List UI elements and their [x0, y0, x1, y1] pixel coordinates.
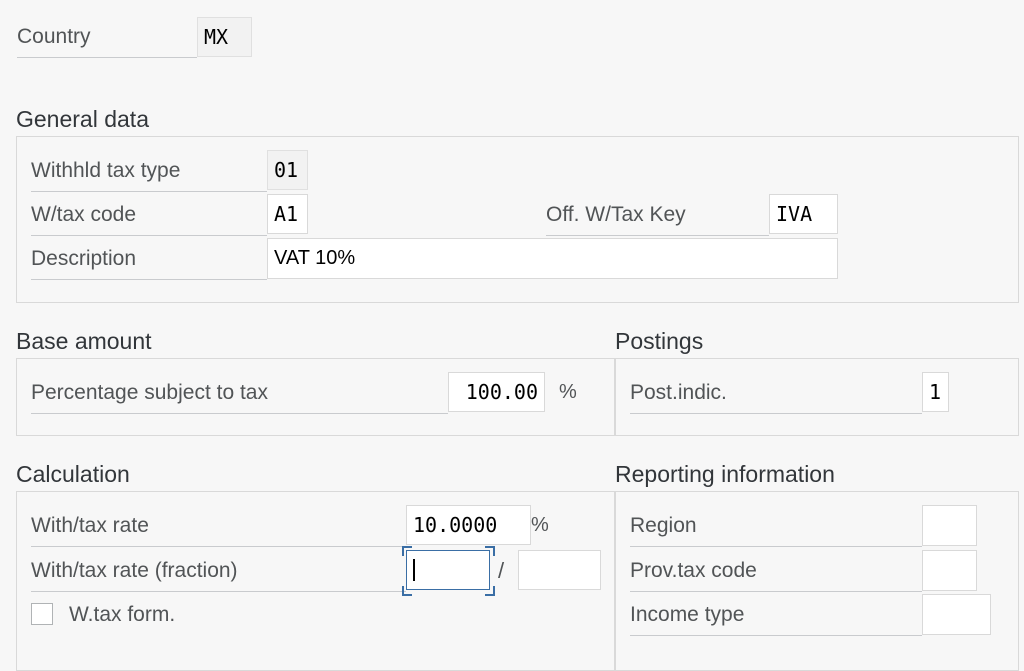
text-cursor — [413, 559, 415, 581]
focus-corner-bl — [402, 586, 412, 596]
pct-subject-field[interactable]: 100.00 — [448, 372, 545, 412]
description-field[interactable]: VAT 10% — [267, 238, 838, 279]
focus-corner-tl — [402, 546, 412, 556]
post-indic-label: Post.indic. — [630, 373, 922, 414]
wtax-rate-field[interactable]: 10.0000 — [406, 505, 531, 545]
wtax-form-checkbox[interactable] — [31, 603, 53, 625]
off-wtax-key-label: Off. W/Tax Key — [546, 195, 769, 236]
wtax-code-field[interactable]: A1 — [267, 194, 308, 234]
region-field[interactable] — [922, 505, 977, 546]
wtax-rate-label: With/tax rate — [31, 506, 406, 547]
post-indic-field[interactable]: 1 — [922, 372, 949, 412]
off-wtax-key-field[interactable]: IVA — [769, 194, 838, 234]
focus-corner-br — [485, 586, 495, 596]
focus-corner-tr — [485, 546, 495, 556]
reporting-title: Reporting information — [615, 461, 835, 487]
wtax-rate-fraction-label: With/tax rate (fraction) — [31, 551, 406, 592]
description-label: Description — [31, 239, 267, 280]
wtax-rate-numerator-field[interactable] — [406, 550, 490, 590]
general-data-title: General data — [16, 106, 149, 132]
calculation-title: Calculation — [16, 461, 130, 487]
pct-subject-label: Percentage subject to tax — [31, 373, 448, 414]
country-field[interactable]: MX — [197, 17, 252, 57]
withhld-tax-type-field[interactable]: 01 — [267, 150, 308, 190]
country-label: Country — [17, 17, 197, 58]
postings-title: Postings — [615, 328, 704, 354]
wtax-rate-unit: % — [531, 514, 549, 536]
withhld-tax-type-label: Withhld tax type — [31, 151, 267, 192]
prov-tax-code-label: Prov.tax code — [630, 551, 922, 592]
region-label: Region — [630, 506, 922, 547]
fraction-separator: / — [498, 558, 505, 583]
income-type-label: Income type — [630, 595, 922, 636]
wtax-code-label: W/tax code — [31, 195, 267, 236]
wtax-form-label: W.tax form. — [69, 603, 176, 626]
base-amount-title: Base amount — [16, 328, 152, 354]
wtax-rate-denominator-field[interactable] — [518, 550, 601, 590]
income-type-field[interactable] — [922, 594, 991, 635]
prov-tax-code-field[interactable] — [922, 550, 977, 591]
pct-subject-unit: % — [559, 381, 577, 403]
